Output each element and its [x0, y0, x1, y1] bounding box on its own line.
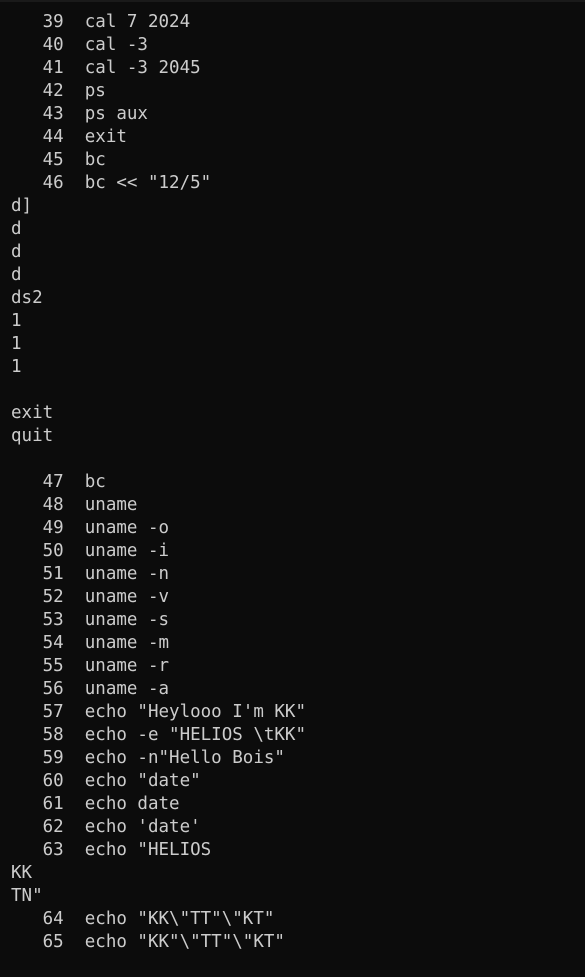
terminal-line: exit: [11, 403, 54, 423]
terminal-line: 64 echo "KK\"TT"\"KT": [11, 909, 275, 929]
terminal-line: 57 echo "Heylooo I'm KK": [11, 702, 307, 722]
terminal-line: 1: [11, 334, 22, 354]
terminal-line: 49 uname -o: [11, 518, 170, 538]
terminal-line: d]: [11, 196, 33, 216]
terminal-line: 56 uname -a: [11, 679, 170, 699]
terminal-line: 50 uname -i: [11, 541, 170, 561]
terminal-line: 51 uname -n: [11, 564, 170, 584]
terminal-line: d: [11, 219, 22, 239]
terminal-line: d: [11, 265, 22, 285]
terminal-line: 65 echo "KK"\"TT"\"KT": [11, 932, 285, 952]
terminal-line: 55 uname -r: [11, 656, 170, 676]
terminal-line: 54 uname -m: [11, 633, 170, 653]
terminal-line: 39 cal 7 2024: [11, 12, 191, 32]
terminal-line: 44 exit: [11, 127, 127, 147]
terminal-line: 58 echo -e "HELIOS \tKK": [11, 725, 307, 745]
terminal-line: 52 uname -v: [11, 587, 170, 607]
terminal-line: 48 uname: [11, 495, 138, 515]
terminal-line: 53 uname -s: [11, 610, 170, 630]
terminal-line: 61 echo date: [11, 794, 180, 814]
terminal-line: KK: [11, 863, 33, 883]
terminal-line: TN": [11, 886, 43, 906]
terminal-line: quit: [11, 426, 54, 446]
window-top-edge: [0, 0, 585, 2]
terminal-line: 41 cal -3 2045: [11, 58, 201, 78]
terminal-line: 45 bc: [11, 150, 106, 170]
terminal-line: 63 echo "HELIOS: [11, 840, 212, 860]
terminal-output[interactable]: 39 cal 7 2024 40 cal -3 41 cal -3 2045 4…: [0, 0, 585, 977]
terminal-line: ds2: [11, 288, 43, 308]
terminal-line: d: [11, 242, 22, 262]
terminal-line: 59 echo -n"Hello Bois": [11, 748, 285, 768]
terminal-line: 43 ps aux: [11, 104, 148, 124]
terminal-line: 1: [11, 311, 22, 331]
terminal-line: 46 bc << "12/5": [11, 173, 212, 193]
terminal-line: 1: [11, 357, 22, 377]
terminal-line: 40 cal -3: [11, 35, 148, 55]
terminal-line: 42 ps: [11, 81, 106, 101]
terminal-line: 62 echo 'date': [11, 817, 201, 837]
terminal-line: 60 echo "date": [11, 771, 201, 791]
terminal-line: 47 bc: [11, 472, 106, 492]
